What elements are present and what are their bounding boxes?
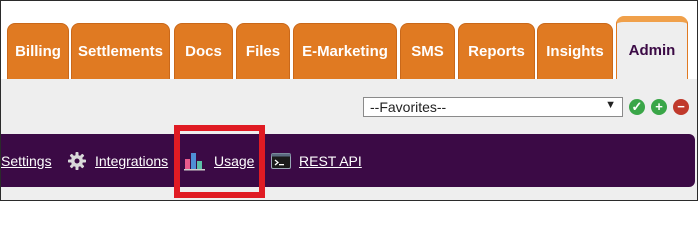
plus-icon[interactable]: +	[651, 99, 667, 115]
nav-integrations-label: Integrations	[95, 152, 169, 169]
tab-bar: Billing Settlements Docs Files E-Marketi…	[1, 1, 697, 79]
tab-billing[interactable]: Billing	[7, 23, 69, 79]
tab-settlements[interactable]: Settlements	[71, 23, 170, 79]
tab-files[interactable]: Files	[236, 23, 290, 79]
nav-settings-label: Settings	[1, 152, 52, 169]
tab-admin[interactable]: Admin	[616, 16, 688, 79]
nav-usage[interactable]: Usage	[184, 134, 254, 187]
gear-icon	[67, 151, 87, 171]
check-icon[interactable]: ✓	[629, 99, 645, 115]
favorites-selected-value: --Favorites--	[370, 99, 447, 115]
minus-icon[interactable]: −	[673, 99, 689, 115]
nav-integrations[interactable]: Integrations	[67, 134, 168, 187]
tab-docs[interactable]: Docs	[174, 23, 233, 79]
chevron-down-icon: ▼	[605, 99, 616, 111]
nav-rest-api-label: REST API	[299, 152, 362, 169]
nav-rest-api[interactable]: REST API	[271, 134, 362, 187]
tab-reports[interactable]: Reports	[458, 23, 535, 79]
tab-insights[interactable]: Insights	[537, 23, 613, 79]
app-frame: Billing Settlements Docs Files E-Marketi…	[0, 0, 698, 201]
nav-usage-label: Usage	[214, 152, 255, 169]
terminal-icon	[271, 152, 291, 169]
favorites-select[interactable]: --Favorites-- ▼	[363, 97, 623, 117]
tab-sms[interactable]: SMS	[400, 23, 455, 79]
nav-settings[interactable]: Settings	[1, 134, 52, 187]
admin-subnav: Settings Integrations Usage REST API	[1, 134, 695, 187]
tab-e-marketing[interactable]: E-Marketing	[293, 23, 397, 79]
bar-chart-icon	[184, 151, 206, 171]
